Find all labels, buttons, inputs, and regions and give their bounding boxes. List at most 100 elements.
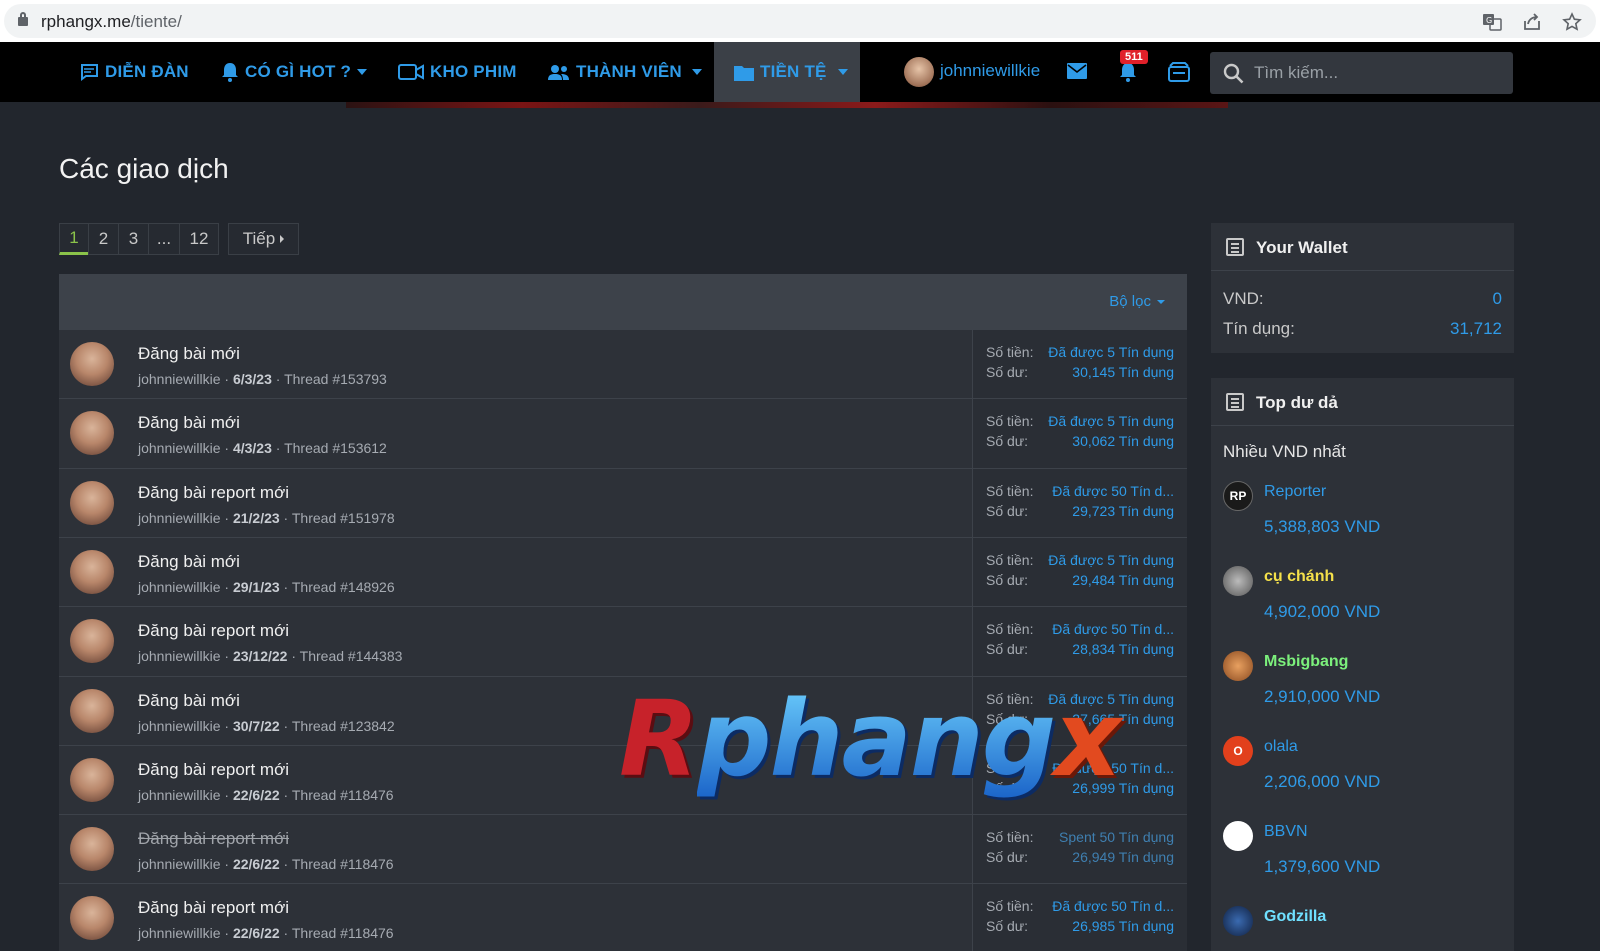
transaction-date: 23/12/22 xyxy=(232,648,288,665)
transaction-thread[interactable]: Thread #118476 xyxy=(292,787,394,803)
url-text[interactable]: rphangx.me/tiente/ xyxy=(41,12,182,32)
page-1[interactable]: 1 xyxy=(59,223,89,255)
notification-bell-icon[interactable] xyxy=(1119,62,1137,82)
nav-members-dropdown[interactable] xyxy=(692,69,702,75)
top-rich-panel: Top dư dả Nhiều VND nhất RP Reporter 5,388… xyxy=(1211,378,1514,951)
notification-badge[interactable]: 511 xyxy=(1120,50,1148,64)
nav-whats-hot-dropdown[interactable] xyxy=(357,69,367,75)
list-icon xyxy=(1226,393,1244,411)
user-avatar[interactable] xyxy=(904,57,934,87)
search-icon xyxy=(1223,63,1244,84)
top-rich-username[interactable]: BBVN xyxy=(1264,823,1308,841)
avatar[interactable] xyxy=(70,827,114,872)
wallet-panel: Your Wallet VND: 0 Tín dụng: 31,712 xyxy=(1211,223,1514,353)
top-rich-username[interactable]: Msbigbang xyxy=(1264,653,1348,671)
nav-whats-hot[interactable]: CÓ GÌ HOT ? xyxy=(221,42,351,102)
avatar[interactable] xyxy=(70,411,114,456)
top-rich-item: BBVN 1,379,600 VND xyxy=(1223,821,1503,907)
top-rich-username[interactable]: Reporter xyxy=(1264,483,1326,501)
bell-icon xyxy=(222,63,238,82)
top-rich-username[interactable]: olala xyxy=(1264,738,1298,756)
site-watermark-logo: Rphangx xyxy=(619,678,1121,800)
transaction-thread[interactable]: Thread #151978 xyxy=(292,510,395,526)
balance-value: 26,985 Tín dụng xyxy=(1072,918,1174,935)
nav-username[interactable]: johnniewillkie xyxy=(940,61,1040,81)
avatar[interactable] xyxy=(1223,906,1253,936)
avatar[interactable]: RP xyxy=(1223,481,1253,511)
transaction-user[interactable]: johnniewillkie xyxy=(138,579,221,595)
transaction-user[interactable]: johnniewillkie xyxy=(138,648,221,664)
translate-icon[interactable]: G xyxy=(1482,12,1502,32)
avatar[interactable] xyxy=(70,619,114,664)
wallet-icon[interactable] xyxy=(1168,62,1190,82)
url-field[interactable]: rphangx.me/tiente/ G xyxy=(4,4,1596,38)
transaction-user[interactable]: johnniewillkie xyxy=(138,440,221,456)
avatar[interactable] xyxy=(1223,821,1253,851)
transaction-thread[interactable]: Thread #118476 xyxy=(292,856,394,872)
transaction-user[interactable]: johnniewillkie xyxy=(138,925,221,941)
transaction-thread[interactable]: Thread #118476 xyxy=(292,925,394,941)
transaction-thread[interactable]: Thread #144383 xyxy=(300,648,403,664)
nav-currency-dropdown[interactable] xyxy=(838,69,848,75)
avatar[interactable] xyxy=(70,896,114,941)
search-input[interactable]: Tìm kiếm... xyxy=(1254,63,1338,83)
transaction-meta: johnniewillkie · 29/1/23 · Thread #14892… xyxy=(138,578,395,595)
amount-label: Số tiền: xyxy=(986,413,1034,430)
amount-value: Đã được 50 Tín d... xyxy=(1052,621,1174,638)
top-rich-username[interactable]: cụ chánh xyxy=(1264,568,1334,586)
browser-address-bar: rphangx.me/tiente/ G xyxy=(0,0,1600,42)
transaction-user[interactable]: johnniewillkie xyxy=(138,856,221,872)
search-box[interactable]: Tìm kiếm... xyxy=(1210,52,1513,94)
nav-videos[interactable]: KHO PHIM xyxy=(398,42,517,102)
transaction-date: 4/3/23 xyxy=(232,440,272,457)
nav-forums[interactable]: DIỄN ĐÀN xyxy=(79,42,189,102)
top-rich-item: Godzilla xyxy=(1223,906,1503,951)
top-rich-item: cụ chánh 4,902,000 VND xyxy=(1223,566,1503,652)
share-icon[interactable] xyxy=(1522,12,1542,32)
lock-icon[interactable] xyxy=(18,12,28,26)
page-3[interactable]: 3 xyxy=(118,223,149,255)
page-12[interactable]: 12 xyxy=(179,223,219,255)
transaction-thread[interactable]: Thread #148926 xyxy=(292,579,395,595)
transaction-thread[interactable]: Thread #153612 xyxy=(284,440,387,456)
balance-value: 26,949 Tín dụng xyxy=(1072,849,1174,866)
transaction-user[interactable]: johnniewillkie xyxy=(138,718,221,734)
transaction-date: 30/7/22 xyxy=(232,717,280,734)
transaction-meta: johnniewillkie · 23/12/22 · Thread #1443… xyxy=(138,648,403,665)
top-rich-item: Msbigbang 2,910,000 VND xyxy=(1223,651,1503,737)
transaction-amounts: Số tiền: Đã được 50 Tín d... Số dư: 28,834 … xyxy=(972,607,1187,677)
avatar[interactable] xyxy=(70,688,114,733)
filter-button[interactable]: Bộ lọc xyxy=(1109,293,1165,310)
avatar[interactable] xyxy=(1223,566,1253,596)
transaction-date: 22/6/22 xyxy=(232,925,280,942)
avatar[interactable] xyxy=(70,480,114,525)
avatar[interactable] xyxy=(70,757,114,802)
arrow-right-icon xyxy=(280,235,285,243)
transaction-user[interactable]: johnniewillkie xyxy=(138,787,221,803)
transaction-user[interactable]: johnniewillkie xyxy=(138,371,221,387)
transaction-amounts: Số tiền: Đã được 5 Tín dụng Số dư: 30,145 T… xyxy=(972,330,1187,399)
nav-currency[interactable]: TIỀN TỆ xyxy=(734,42,827,102)
transaction-thread[interactable]: Thread #123842 xyxy=(292,718,395,734)
nav-members[interactable]: THÀNH VIÊN xyxy=(548,42,682,102)
top-rich-username[interactable]: Godzilla xyxy=(1264,908,1326,926)
transaction-meta: johnniewillkie · 22/6/22 · Thread #11847… xyxy=(138,786,394,803)
avatar[interactable] xyxy=(70,549,114,594)
transaction-thread[interactable]: Thread #153793 xyxy=(284,371,387,387)
avatar[interactable] xyxy=(70,342,114,386)
avatar[interactable]: O xyxy=(1223,736,1253,766)
mail-icon[interactable] xyxy=(1067,63,1087,79)
bookmark-star-icon[interactable] xyxy=(1562,12,1582,32)
next-page-button[interactable]: Tiếp xyxy=(228,223,299,255)
transaction-date: 21/2/23 xyxy=(232,509,280,526)
amount-label: Số tiền: xyxy=(986,482,1034,499)
svg-text:G: G xyxy=(1486,16,1492,25)
balance-value: 29,484 Tín dụng xyxy=(1072,571,1174,588)
avatar[interactable] xyxy=(1223,651,1253,681)
transaction-title: Đăng bài report mới xyxy=(138,759,289,779)
page-2[interactable]: 2 xyxy=(88,223,119,255)
page-ellipsis[interactable]: ... xyxy=(148,223,180,255)
header-banner xyxy=(346,102,1228,108)
amount-value: Đã được 5 Tín dụng xyxy=(1048,344,1174,360)
transaction-user[interactable]: johnniewillkie xyxy=(138,510,221,526)
